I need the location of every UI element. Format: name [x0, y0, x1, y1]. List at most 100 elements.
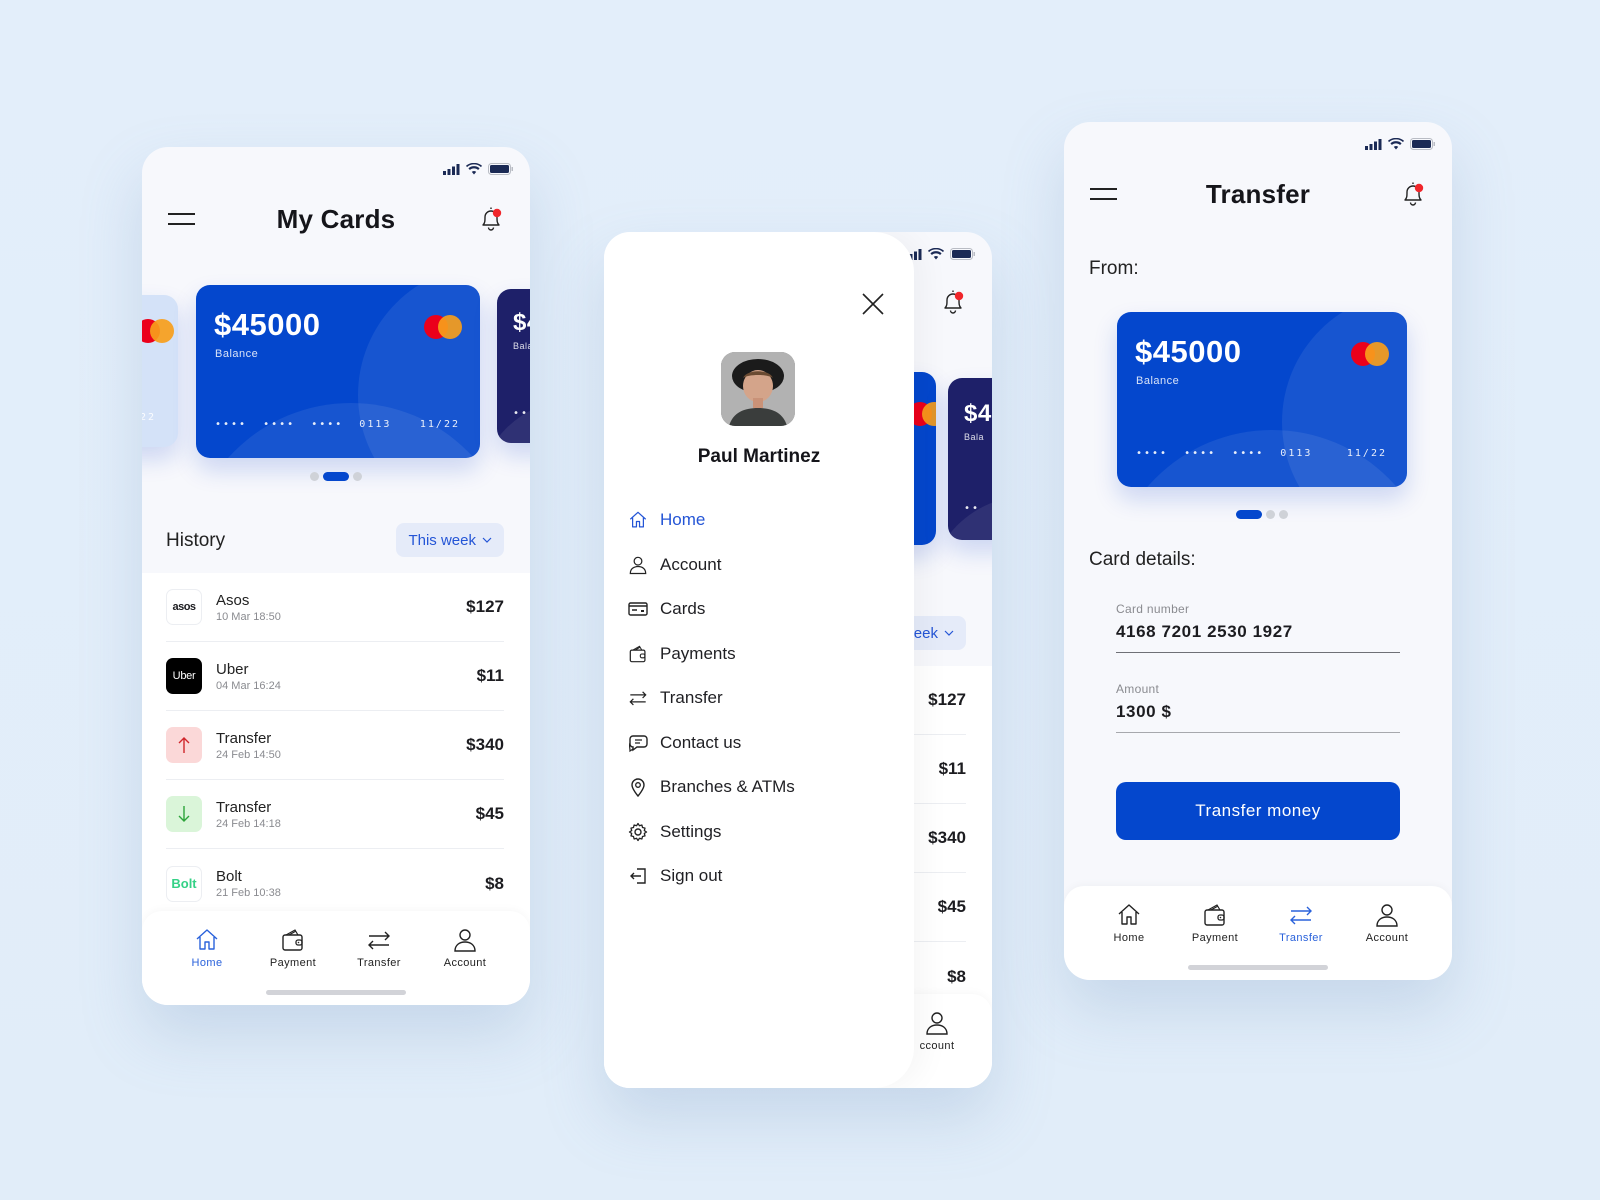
transaction-row[interactable]: Transfer 24 Feb 14:50 $340 — [166, 711, 504, 780]
card-icon — [628, 602, 648, 616]
mastercard-logo-icon — [424, 315, 462, 339]
transaction-row[interactable]: Bolt Bolt 21 Feb 10:38 $8 — [166, 849, 504, 918]
user-icon — [1376, 904, 1398, 927]
carousel-dot[interactable] — [1266, 510, 1275, 519]
signal-icon — [1365, 138, 1382, 150]
card-number-field[interactable]: Card number 4168 7201 2530 1927 — [1116, 602, 1400, 653]
user-icon — [629, 556, 647, 574]
carousel-indicator[interactable] — [1236, 510, 1288, 519]
home-indicator — [266, 990, 406, 995]
gear-icon — [628, 822, 648, 841]
user-icon — [454, 929, 476, 952]
period-filter-dropdown[interactable]: This week — [396, 523, 504, 557]
transfer-screen: Transfer From: $45000 Balance •••• •••• … — [1064, 122, 1452, 980]
card-balance: $45000 — [214, 307, 321, 342]
nav-home[interactable]: Home — [172, 927, 242, 1005]
card-details-label: Card details: — [1089, 549, 1196, 570]
home-icon — [1118, 904, 1140, 925]
notification-bell-icon[interactable] — [1400, 180, 1426, 208]
previous-card[interactable]: /22 — [142, 295, 178, 447]
card-balance-label: Balance — [215, 348, 259, 360]
transaction-row[interactable]: Uber Uber 04 Mar 16:24 $11 — [166, 642, 504, 711]
menu-item-contact-us[interactable]: Contact us — [628, 721, 795, 766]
balance-card[interactable]: $45000 Balance •••• •••• •••• 0113 11/22 — [196, 285, 480, 458]
chevron-down-icon — [482, 537, 492, 543]
home-icon — [196, 929, 218, 950]
sign-out-icon — [630, 868, 646, 884]
home-icon — [629, 511, 647, 528]
side-menu-drawer: Paul Martinez Home Account Cards Payment… — [604, 232, 914, 1088]
mastercard-logo-icon — [1351, 342, 1389, 366]
menu-item-account[interactable]: Account — [628, 543, 795, 588]
menu-item-branches-atms[interactable]: Branches & ATMs — [628, 765, 795, 810]
notification-bell-icon[interactable] — [478, 205, 504, 233]
status-bar — [443, 163, 514, 175]
header: Transfer — [1064, 174, 1452, 214]
wifi-icon — [928, 248, 944, 260]
notification-bell-icon[interactable] — [940, 288, 966, 316]
menu-item-transfer[interactable]: Transfer — [628, 676, 795, 721]
amount-field[interactable]: Amount 1300 $ — [1116, 682, 1400, 733]
header: My Cards — [142, 199, 530, 239]
wifi-icon — [1388, 138, 1404, 150]
carousel-dot[interactable] — [1236, 510, 1262, 519]
card-number: •••• •••• •••• 0113 — [1136, 448, 1313, 459]
menu-hamburger-icon[interactable] — [1090, 188, 1117, 200]
carousel-dot[interactable] — [310, 472, 319, 481]
menu-list: Home Account Cards Payments Transfer Con… — [628, 498, 795, 899]
carousel-indicator[interactable] — [310, 472, 362, 481]
card-number-input[interactable]: 4168 7201 2530 1927 — [1116, 622, 1400, 653]
transfer-icon — [368, 931, 390, 950]
user-name: Paul Martinez — [697, 446, 821, 467]
menu-item-payments[interactable]: Payments — [628, 632, 795, 677]
transfer-icon — [629, 691, 647, 706]
card-balance: $45000 — [1135, 334, 1242, 369]
chevron-down-icon — [944, 630, 954, 636]
transfer-money-button[interactable]: Transfer money — [1116, 782, 1400, 840]
arrow-up-icon — [166, 727, 202, 763]
avatar — [721, 352, 795, 426]
from-label: From: — [1089, 258, 1139, 279]
card-number: •••• •••• •••• 0113 — [215, 419, 392, 430]
menu-item-cards[interactable]: Cards — [628, 587, 795, 632]
wallet-icon — [282, 929, 303, 951]
my-cards-screen: My Cards /22 $45000 Balance •••• •••• ••… — [142, 147, 530, 1005]
battery-icon — [950, 248, 975, 260]
carousel-dot[interactable] — [323, 472, 349, 481]
status-bar — [905, 248, 976, 260]
menu-item-sign-out[interactable]: Sign out — [628, 854, 795, 899]
nav-home[interactable]: Home — [1094, 902, 1164, 980]
nav-account[interactable]: Account — [1352, 902, 1422, 980]
signal-icon — [443, 163, 460, 175]
nav-account[interactable]: Account — [430, 927, 500, 1005]
location-pin-icon — [631, 778, 645, 798]
close-icon[interactable] — [861, 292, 885, 316]
page-title: Transfer — [1205, 178, 1311, 209]
menu-item-settings[interactable]: Settings — [628, 810, 795, 855]
arrow-down-icon — [166, 796, 202, 832]
amount-input[interactable]: 1300 $ — [1116, 702, 1400, 733]
transfer-icon — [1290, 906, 1312, 925]
transaction-row[interactable]: Transfer 24 Feb 14:18 $45 — [166, 780, 504, 849]
wallet-icon — [629, 645, 646, 663]
asos-logo-icon: asos — [166, 589, 202, 625]
card-expiry: 11/22 — [1346, 448, 1387, 459]
carousel-dot[interactable] — [353, 472, 362, 481]
user-icon — [926, 1012, 948, 1035]
source-card[interactable]: $45000 Balance •••• •••• •••• 0113 11/22 — [1117, 312, 1407, 487]
wallet-icon — [1204, 904, 1225, 926]
chat-icon — [628, 735, 648, 752]
bolt-logo-icon: Bolt — [166, 865, 202, 902]
carousel-dot[interactable] — [1279, 510, 1288, 519]
menu-hamburger-icon[interactable] — [168, 213, 195, 225]
transaction-row[interactable]: asos Asos 10 Mar 18:50 $127 — [166, 573, 504, 642]
card-balance-label: Balance — [1136, 375, 1180, 387]
history-title: History — [166, 530, 226, 551]
card-expiry: 11/22 — [419, 419, 460, 430]
status-bar — [1365, 138, 1436, 150]
next-card[interactable]: $4 Bala •• — [948, 378, 992, 540]
next-card[interactable]: $4 Bala •• — [497, 289, 530, 443]
uber-logo-icon: Uber — [166, 658, 202, 694]
menu-item-home[interactable]: Home — [628, 498, 795, 543]
wifi-icon — [466, 163, 482, 175]
